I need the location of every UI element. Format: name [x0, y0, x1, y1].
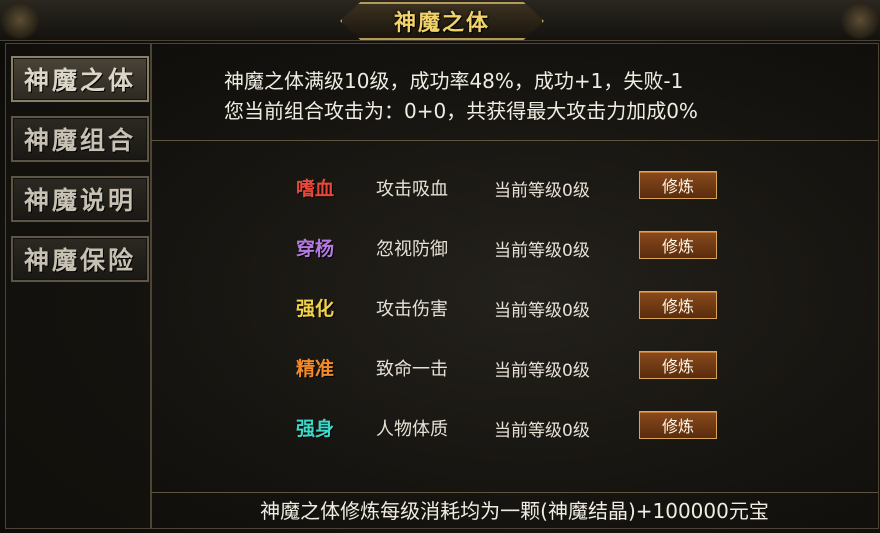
nav-tab-shenmo-guide[interactable]: 神魔说明: [11, 176, 149, 222]
title-plate: 神魔之体: [340, 2, 544, 40]
left-nav-panel: 神魔之体 神魔组合 神魔说明 神魔保险: [5, 43, 152, 529]
train-button[interactable]: 修炼: [639, 411, 717, 439]
skill-name: 嗜血: [296, 178, 335, 200]
skill-name: 穿杨: [296, 238, 335, 260]
info-text-block: 神魔之体满级10级，成功率48%，成功+1，失败-1 您当前组合攻击为：0+0，…: [224, 66, 698, 126]
skill-description: 致命一击: [376, 359, 448, 380]
skill-description: 人物体质: [376, 419, 448, 440]
info-line-attack-bonus: 您当前组合攻击为：0+0，共获得最大攻击力加成0%: [224, 99, 698, 123]
train-button[interactable]: 修炼: [639, 291, 717, 319]
skill-row: 强身 人物体质 当前等级0级 修炼: [151, 411, 878, 441]
main-panel: 神魔之体满级10级，成功率48%，成功+1，失败-1 您当前组合攻击为：0+0，…: [150, 43, 879, 529]
skill-name: 强化: [296, 298, 335, 320]
nav-tab-shenmo-insurance[interactable]: 神魔保险: [11, 236, 149, 282]
divider: [151, 140, 878, 141]
title-bar: 神魔之体: [0, 0, 880, 41]
skill-row: 精准 致命一击 当前等级0级 修炼: [151, 351, 878, 381]
skill-level: 当前等级0级: [494, 301, 590, 321]
skill-level: 当前等级0级: [494, 181, 590, 201]
skill-description: 忽视防御: [376, 239, 448, 260]
corner-ornament-left: [0, 0, 40, 40]
info-line-max-level: 神魔之体满级10级，成功率48%，成功+1，失败-1: [224, 69, 684, 93]
corner-ornament-right: [840, 0, 880, 40]
skill-description: 攻击吸血: [376, 179, 448, 200]
train-button[interactable]: 修炼: [639, 171, 717, 199]
train-button[interactable]: 修炼: [639, 351, 717, 379]
skill-level: 当前等级0级: [494, 361, 590, 381]
skill-name: 精准: [296, 358, 335, 380]
skill-level: 当前等级0级: [494, 241, 590, 261]
game-window: 神魔之体 神魔之体 神魔组合 神魔说明 神魔保险 神魔之体满级10级，成功率48…: [0, 0, 880, 533]
skill-name: 强身: [296, 418, 335, 440]
window-title: 神魔之体: [393, 10, 490, 36]
divider: [151, 492, 878, 493]
train-button[interactable]: 修炼: [639, 231, 717, 259]
skill-level: 当前等级0级: [494, 421, 590, 441]
nav-tab-shenmo-body[interactable]: 神魔之体: [11, 56, 149, 102]
skill-row: 强化 攻击伤害 当前等级0级 修炼: [151, 291, 878, 321]
cost-note: 神魔之体修炼每级消耗均为一颗(神魔结晶)+100000元宝: [260, 499, 769, 523]
skill-row: 嗜血 攻击吸血 当前等级0级 修炼: [151, 171, 878, 201]
nav-tab-shenmo-combo[interactable]: 神魔组合: [11, 116, 149, 162]
skill-description: 攻击伤害: [376, 299, 448, 320]
skill-row: 穿杨 忽视防御 当前等级0级 修炼: [151, 231, 878, 261]
